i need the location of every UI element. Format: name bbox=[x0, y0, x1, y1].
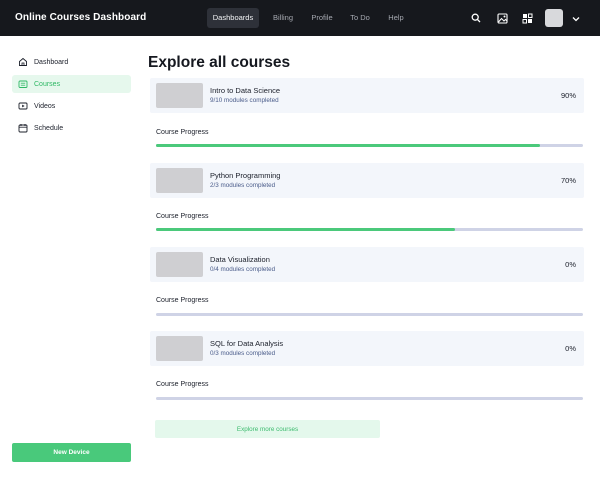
sidebar: Dashboard Courses Videos Schedule New De… bbox=[0, 36, 138, 481]
search-icon[interactable] bbox=[470, 12, 482, 24]
top-bar: Online Courses Dashboard Dashboards Bill… bbox=[0, 0, 600, 36]
course-percent: 70% bbox=[560, 176, 576, 185]
nav-billing[interactable]: Billing bbox=[266, 8, 300, 28]
home-icon bbox=[18, 57, 28, 67]
sidebar-item-label: Courses bbox=[34, 80, 61, 88]
sidebar-item-label: Videos bbox=[34, 102, 56, 110]
course-percent: 0% bbox=[565, 344, 576, 353]
course-modules: 0/3 modules completed bbox=[210, 350, 276, 357]
apps-icon[interactable] bbox=[521, 12, 533, 24]
course-card[interactable]: Intro to Data Science 9/10 modules compl… bbox=[150, 78, 584, 113]
nav-dashboards[interactable]: Dashboards bbox=[207, 8, 259, 28]
progress-label: Course Progress bbox=[156, 129, 209, 136]
courses-icon bbox=[18, 79, 28, 89]
course-name: SQL for Data Analysis bbox=[210, 339, 284, 348]
new-device-button[interactable]: New Device bbox=[12, 443, 131, 462]
sidebar-item-courses[interactable]: Courses bbox=[12, 75, 131, 93]
progress-bar bbox=[156, 228, 583, 231]
progress-bar bbox=[156, 397, 583, 400]
course-card[interactable]: Python Programming 2/3 modules completed… bbox=[150, 163, 584, 198]
course-modules: 9/10 modules completed bbox=[210, 97, 279, 104]
course-name: Data Visualization bbox=[210, 255, 270, 264]
course-thumbnail bbox=[156, 83, 203, 108]
progress-bar bbox=[156, 144, 583, 147]
sidebar-item-schedule[interactable]: Schedule bbox=[12, 119, 131, 137]
sidebar-item-label: Schedule bbox=[34, 124, 64, 132]
progress-fill bbox=[156, 144, 541, 147]
calendar-icon bbox=[18, 123, 28, 133]
video-icon bbox=[18, 101, 28, 111]
page-title: Explore all courses bbox=[148, 54, 291, 71]
sidebar-item-videos[interactable]: Videos bbox=[12, 97, 131, 115]
course-card[interactable]: Data Visualization 0/4 modules completed… bbox=[150, 247, 584, 282]
course-thumbnail bbox=[156, 168, 203, 193]
course-modules: 2/3 modules completed bbox=[210, 182, 276, 189]
nav-help[interactable]: Help bbox=[382, 8, 410, 28]
course-name: Intro to Data Science bbox=[210, 86, 281, 95]
course-percent: 0% bbox=[565, 260, 576, 269]
progress-label: Course Progress bbox=[156, 213, 209, 220]
progress-fill bbox=[156, 228, 455, 231]
image-icon[interactable] bbox=[496, 12, 508, 24]
nav-profile[interactable]: Profile bbox=[305, 8, 339, 28]
course-thumbnail bbox=[156, 252, 203, 277]
progress-label: Course Progress bbox=[156, 297, 209, 304]
course-thumbnail bbox=[156, 336, 203, 361]
explore-more-button[interactable]: Explore more courses bbox=[155, 420, 380, 438]
sidebar-item-dashboard[interactable]: Dashboard bbox=[12, 53, 131, 71]
nav-todo[interactable]: To Do bbox=[344, 8, 376, 28]
progress-bar bbox=[156, 313, 583, 316]
course-modules: 0/4 modules completed bbox=[210, 266, 276, 273]
chevron-down-icon[interactable] bbox=[570, 12, 582, 24]
sidebar-item-label: Dashboard bbox=[34, 58, 69, 66]
course-percent: 90% bbox=[560, 91, 576, 100]
progress-label: Course Progress bbox=[156, 381, 209, 388]
course-card[interactable]: SQL for Data Analysis 0/3 modules comple… bbox=[150, 331, 584, 366]
avatar[interactable] bbox=[545, 9, 563, 27]
course-name: Python Programming bbox=[210, 171, 281, 180]
app-title: Online Courses Dashboard bbox=[15, 12, 147, 23]
